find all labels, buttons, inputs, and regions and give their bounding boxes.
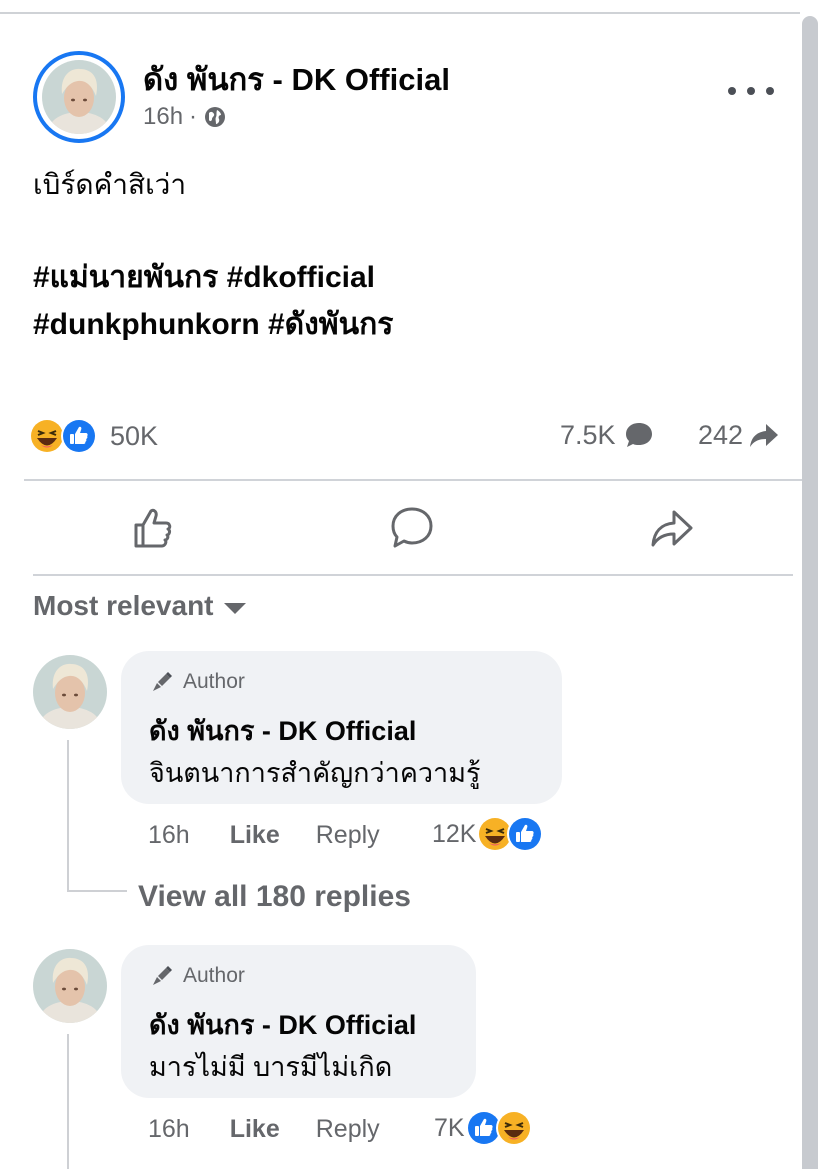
author-badge: Author — [149, 963, 245, 989]
share-arrow-icon — [747, 418, 781, 452]
page-name[interactable]: ดัง พันกร - DK Official — [143, 54, 450, 104]
caret-down-icon — [223, 602, 246, 614]
comment-reactions[interactable]: 12K — [432, 815, 544, 853]
meta-separator: · — [189, 103, 198, 130]
author-mic-icon — [149, 669, 175, 695]
post-hashtags: #แม่นายพันกร #dkofficial #dunkphunkorn #… — [33, 254, 393, 348]
comment-reply-button[interactable]: Reply — [316, 1115, 380, 1144]
comment-like-button[interactable]: Like — [230, 1115, 280, 1144]
stats-divider — [24, 479, 802, 481]
thread-connector — [67, 890, 127, 892]
comment-bubble[interactable]: Author ดัง พันกร - DK Official จินตนาการ… — [121, 651, 562, 804]
profile-photo — [42, 60, 116, 134]
comment-actions: 16h Like Reply — [148, 821, 380, 850]
like-icon — [506, 815, 544, 853]
comment-author-name[interactable]: ดัง พันกร - DK Official — [149, 709, 416, 752]
thread-line — [67, 1034, 69, 1169]
author-badge: Author — [149, 669, 245, 695]
comment-reactions[interactable]: 7K — [434, 1109, 533, 1147]
comment-button[interactable] — [384, 500, 440, 556]
share-button[interactable] — [644, 500, 700, 556]
shares-count[interactable]: 242 — [698, 418, 781, 452]
top-divider — [0, 12, 800, 14]
comment-time[interactable]: 16h — [148, 1115, 190, 1144]
more-options-icon[interactable] — [728, 76, 774, 106]
scrollbar-thumb[interactable] — [802, 16, 818, 1169]
comment-text: มารไม่มี บารมีไม่เกิด — [149, 1052, 393, 1082]
comments-count[interactable]: 7.5K — [560, 418, 656, 452]
share-icon — [651, 510, 693, 547]
comment-reply-button[interactable]: Reply — [316, 821, 380, 850]
comment-like-button[interactable]: Like — [230, 821, 280, 850]
comment-bubble-icon — [622, 418, 656, 452]
thumbs-up-icon — [134, 508, 172, 548]
hashtags-line-2[interactable]: #dunkphunkorn #ดังพันกร — [33, 301, 393, 348]
comment-sort-dropdown[interactable]: Most relevant — [33, 590, 246, 622]
reactions-summary[interactable]: 50K — [28, 416, 158, 456]
post-meta: 16h · — [143, 103, 227, 131]
haha-icon — [495, 1109, 533, 1147]
like-button[interactable] — [124, 500, 180, 556]
post-text: เบิร์ดคำสิเว่า — [33, 169, 187, 200]
thread-line — [67, 740, 69, 892]
page-avatar[interactable] — [33, 51, 125, 143]
author-label: Author — [183, 964, 245, 987]
globe-icon — [203, 105, 227, 129]
hashtags-line-1[interactable]: #แม่นายพันกร #dkofficial — [33, 254, 393, 301]
sort-label: Most relevant — [33, 590, 214, 621]
post-time[interactable]: 16h — [143, 103, 183, 131]
comments-count-label: 7.5K — [560, 419, 616, 450]
shares-count-label: 242 — [698, 419, 744, 450]
comment-bubble[interactable]: Author ดัง พันกร - DK Official มารไม่มี … — [121, 945, 476, 1098]
like-icon — [60, 417, 98, 455]
author-mic-icon — [149, 963, 175, 989]
comment-avatar[interactable] — [33, 655, 107, 729]
comment-actions: 16h Like Reply — [148, 1115, 380, 1144]
comment-avatar[interactable] — [33, 949, 107, 1023]
comment-icon — [391, 507, 433, 548]
comment-reaction-count: 12K — [432, 819, 477, 848]
comment-time[interactable]: 16h — [148, 821, 190, 850]
profile-photo — [33, 949, 107, 1023]
reactions-count: 50K — [110, 420, 159, 451]
profile-photo — [33, 655, 107, 729]
view-replies-link[interactable]: View all 180 replies — [138, 880, 411, 914]
comment-text: จินตนาการสำคัญกว่าความรู้ — [149, 758, 481, 788]
actions-divider — [33, 574, 793, 576]
comment-author-name[interactable]: ดัง พันกร - DK Official — [149, 1003, 416, 1046]
comment-reaction-count: 7K — [434, 1113, 465, 1142]
author-label: Author — [183, 670, 245, 693]
